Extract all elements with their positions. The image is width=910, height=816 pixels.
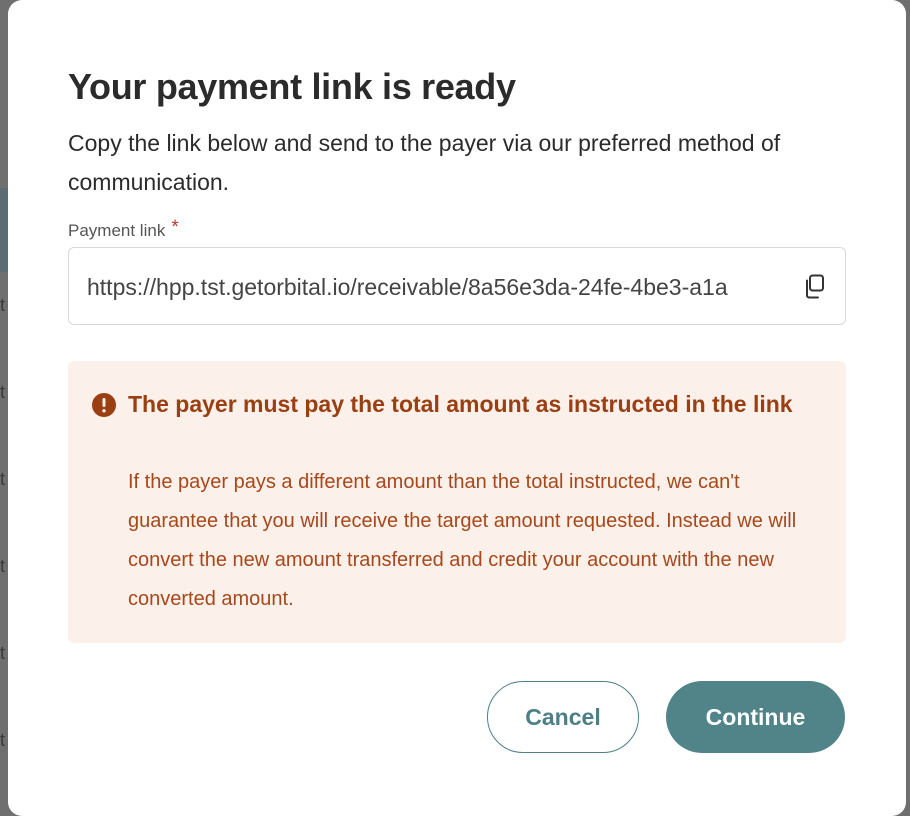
background-text: t bbox=[0, 382, 6, 402]
background-text: t bbox=[0, 295, 6, 315]
alert-title: The payer must pay the total amount as i… bbox=[128, 391, 793, 417]
payment-link-dialog: Your payment link is ready Copy the link… bbox=[8, 0, 906, 816]
background-text: t bbox=[0, 469, 6, 489]
cancel-button[interactable]: Cancel bbox=[487, 681, 639, 753]
background-band bbox=[0, 188, 8, 272]
alert-body: If the payer pays a different amount tha… bbox=[128, 471, 797, 610]
payment-link-label-text: Payment link bbox=[68, 221, 166, 240]
continue-button[interactable]: Continue bbox=[666, 681, 845, 753]
background-text: t bbox=[0, 643, 6, 663]
payment-link-field bbox=[68, 247, 846, 325]
dialog-subtitle: Copy the link below and send to the paye… bbox=[68, 130, 781, 195]
background-text: t bbox=[0, 730, 6, 750]
exclamation-circle-icon bbox=[92, 393, 116, 417]
payment-link-input[interactable] bbox=[87, 270, 791, 304]
background-text: t bbox=[0, 556, 6, 576]
dialog-title: Your payment link is ready bbox=[68, 66, 516, 107]
copy-icon[interactable] bbox=[803, 274, 827, 300]
required-asterisk: * bbox=[171, 217, 179, 238]
payment-link-label: Payment link * bbox=[68, 217, 179, 242]
warning-alert: The payer must pay the total amount as i… bbox=[68, 361, 846, 643]
